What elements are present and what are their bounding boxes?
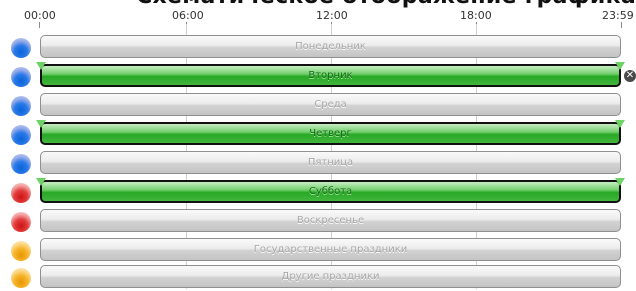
status-dot-icon[interactable]	[11, 96, 31, 116]
schedule-row-saturday: Суббота	[0, 177, 636, 206]
schedule-row-tuesday: Вторник ✕	[0, 61, 636, 90]
day-bar-friday[interactable]: Пятница	[40, 151, 621, 174]
status-dot-icon[interactable]	[11, 212, 31, 232]
end-marker-icon[interactable]	[615, 178, 625, 186]
status-dot-icon[interactable]	[11, 125, 31, 145]
day-label: Другие праздники	[281, 271, 380, 282]
schedule-row-sunday: Воскресенье	[0, 206, 636, 235]
day-label: Вторник	[308, 70, 353, 81]
schedule-row-thursday: Четверг	[0, 119, 636, 148]
day-bar-tuesday[interactable]: Вторник	[40, 64, 621, 87]
day-bar-other-holidays[interactable]: Другие праздники	[40, 265, 621, 288]
start-marker-icon[interactable]	[36, 178, 46, 186]
day-label: Понедельник	[295, 41, 366, 52]
status-dot-icon[interactable]	[11, 241, 31, 261]
day-bar-public-holidays[interactable]: Государственные праздники	[40, 238, 621, 261]
schedule-row-wednesday: Среда	[0, 90, 636, 119]
schedule-row-public-holidays: Государственные праздники	[0, 235, 636, 264]
close-icon[interactable]: ✕	[624, 70, 636, 82]
day-label: Воскресенье	[296, 215, 365, 226]
start-marker-icon[interactable]	[36, 120, 46, 128]
time-label-00: 00:00	[24, 9, 56, 22]
day-label: Государственные праздники	[253, 244, 408, 255]
status-dot-icon[interactable]	[11, 67, 31, 87]
day-label: Среда	[314, 99, 347, 110]
page-title: Схематическое отображение графика	[0, 0, 636, 9]
day-bar-saturday[interactable]: Суббота	[40, 180, 621, 203]
day-label: Четверг	[309, 128, 352, 139]
status-dot-icon[interactable]	[11, 154, 31, 174]
day-label: Суббота	[308, 186, 353, 197]
time-label-12: 12:00	[316, 9, 348, 22]
day-bar-monday[interactable]: Понедельник	[40, 35, 621, 58]
day-label: Пятница	[307, 157, 354, 168]
schedule-row-monday: Понедельник	[0, 32, 636, 61]
tick-00	[39, 22, 40, 28]
end-marker-icon[interactable]	[615, 120, 625, 128]
schedule-row-friday: Пятница	[0, 148, 636, 177]
schedule-row-other-holidays: Другие праздники	[0, 262, 636, 291]
start-marker-icon[interactable]	[36, 62, 46, 70]
end-marker-icon[interactable]	[615, 62, 625, 70]
day-bar-sunday[interactable]: Воскресенье	[40, 209, 621, 232]
time-label-2359: 23:59	[602, 9, 634, 22]
day-bar-thursday[interactable]: Четверг	[40, 122, 621, 145]
status-dot-icon[interactable]	[11, 183, 31, 203]
time-label-06: 06:00	[172, 9, 204, 22]
time-label-18: 18:00	[460, 9, 492, 22]
tick-2359	[621, 22, 622, 28]
status-dot-icon[interactable]	[11, 268, 31, 288]
day-bar-wednesday[interactable]: Среда	[40, 93, 621, 116]
status-dot-icon[interactable]	[11, 38, 31, 58]
